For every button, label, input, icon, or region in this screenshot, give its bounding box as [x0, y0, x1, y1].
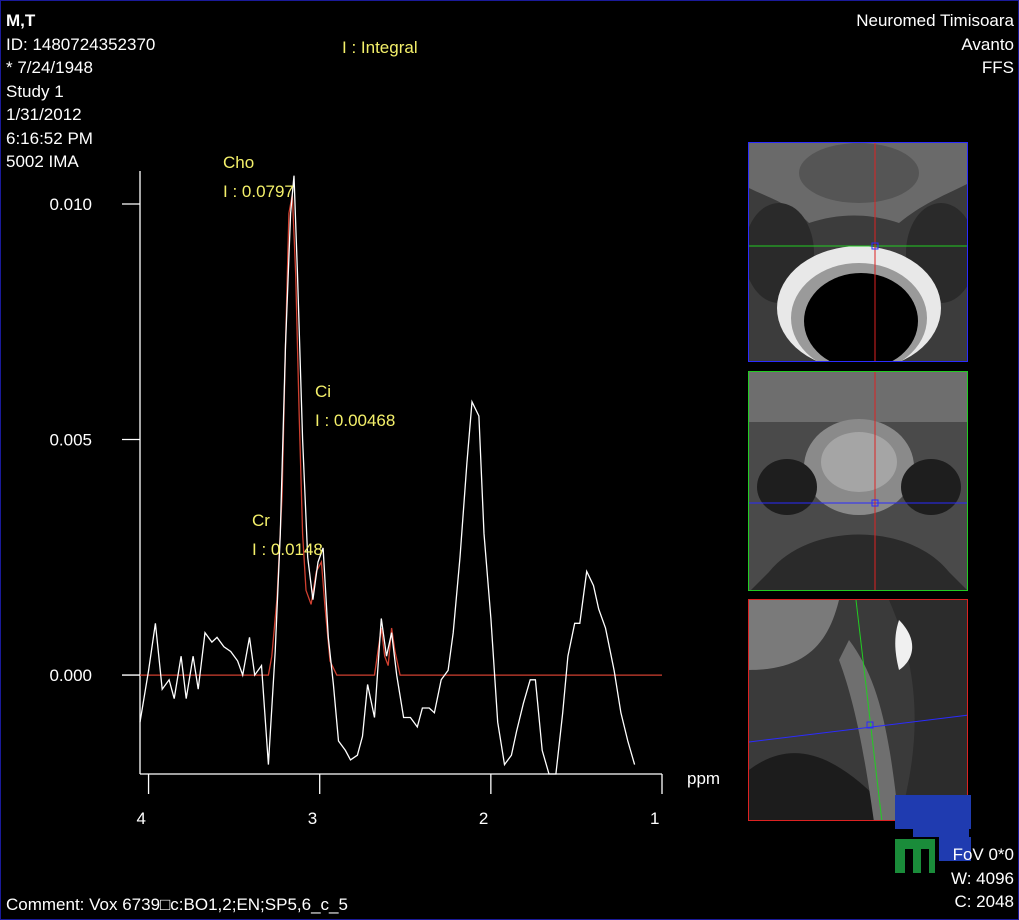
fit-curve-layer — [140, 194, 662, 676]
peak-name-label: Ci — [315, 382, 331, 401]
window-center-label: C: 2048 — [954, 892, 1014, 911]
x-tick-label: 4 — [137, 809, 146, 828]
peak-name-label: Cho — [223, 153, 254, 172]
scout-coronal-view[interactable] — [748, 371, 968, 591]
peak-label-layer: Cho I : 0.0797 Ci I : 0.00468 Cr I : 0.0148 — [223, 153, 395, 559]
x-tick-label: 3 — [308, 809, 317, 828]
x-axis-label: ppm — [687, 769, 720, 788]
site-info: Neuromed Timisoara Avanto FFS — [856, 9, 1014, 80]
spectrum-series-line — [139, 175, 636, 775]
spectrum-curve-layer — [139, 175, 636, 775]
scout-sagittal-view[interactable] — [748, 599, 968, 821]
institution-name: Neuromed Timisoara — [856, 11, 1014, 30]
fit-series-line — [140, 194, 662, 676]
patient-position: FFS — [981, 58, 1014, 77]
chart-axes: 0.010 0.005 0.000 4 3 2 1 ppm — [49, 171, 720, 828]
fov-label: FoV 0*0 — [952, 845, 1014, 864]
scanner-model: Avanto — [961, 34, 1014, 54]
y-tick-label: 0.005 — [49, 431, 92, 450]
peak-integral-label: I : 0.0797 — [223, 182, 294, 201]
y-tick-label: 0.010 — [49, 195, 92, 214]
peak-name-label: Cr — [252, 511, 270, 530]
y-tick-label: 0.000 — [49, 666, 92, 685]
x-tick-label: 1 — [650, 809, 659, 828]
x-tick-label: 2 — [479, 809, 488, 828]
scout-axial-view[interactable] — [748, 142, 968, 362]
spectroscopy-viewer: M,T ID: 1480724352370 * 7/24/1948 Study … — [0, 0, 1019, 920]
window-info: FoV 0*0 W: 4096 C: 2048 — [951, 843, 1014, 914]
peak-integral-label: I : 0.00468 — [315, 411, 395, 430]
peak-integral-label: I : 0.0148 — [252, 540, 323, 559]
comment-line: Comment: Vox 6739□c:BO1,2;EN;SP5,6_c_5 — [6, 895, 348, 914]
spectrum-chart[interactable]: 0.010 0.005 0.000 4 3 2 1 ppm Cho I : 0.0797 Ci I … — [1, 1, 741, 841]
window-width-label: W: 4096 — [950, 868, 1014, 888]
